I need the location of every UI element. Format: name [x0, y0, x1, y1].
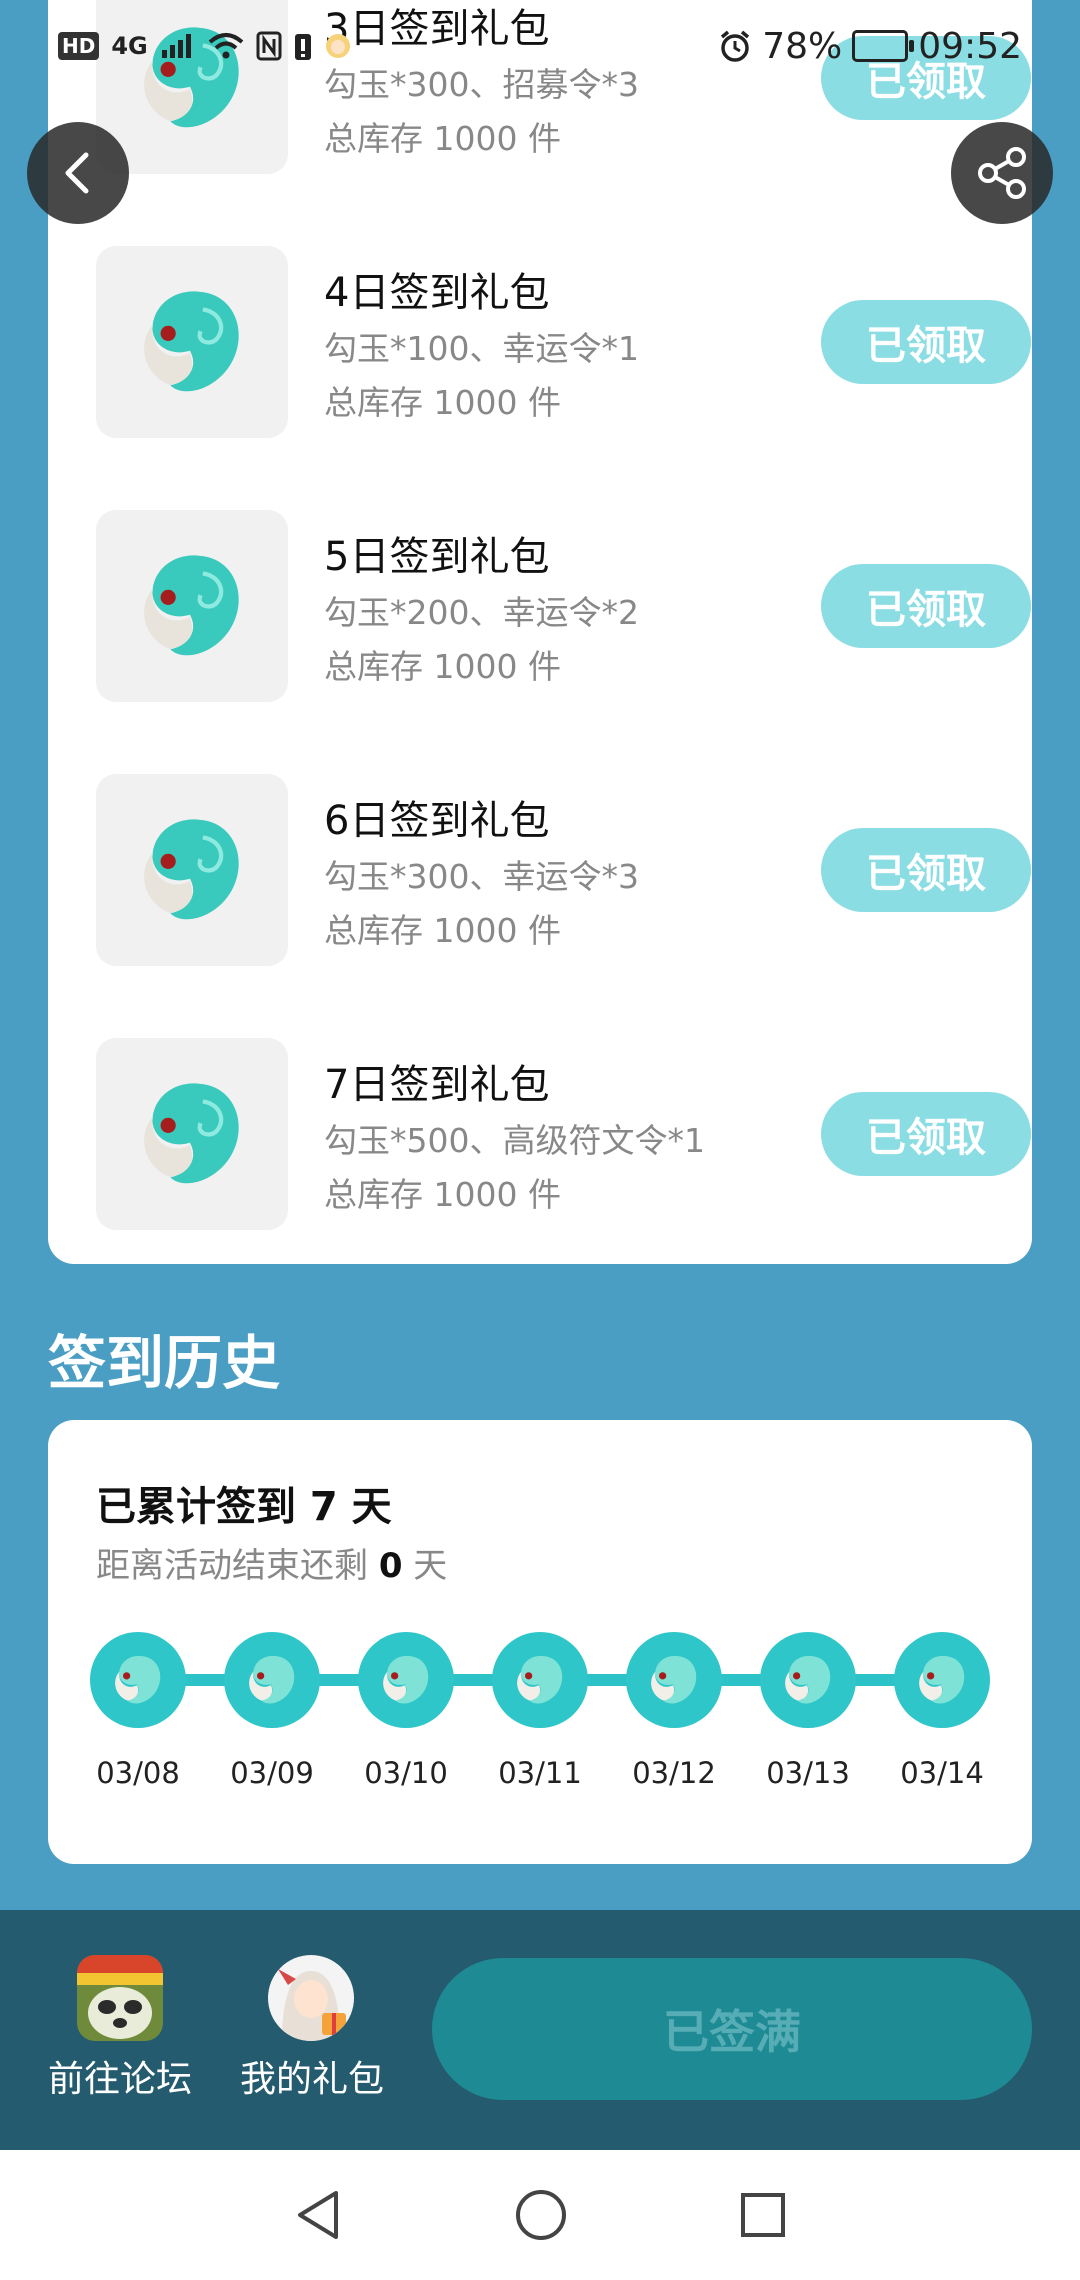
character-avatar-icon [268, 1955, 354, 2041]
claimed-button[interactable]: 已领取 [821, 1092, 1031, 1176]
history-card: 已累计签到 7 天 距离活动结束还剩 0 天 03/08 03/09 03/10… [48, 1420, 1032, 1864]
day-node [492, 1632, 588, 1728]
day-node [90, 1632, 186, 1728]
day-date-label: 03/12 [632, 1756, 716, 1790]
day-node [760, 1632, 856, 1728]
system-navigation-bar [0, 2150, 1080, 2280]
gift-row-day4: 4日签到礼包 勾玉*100、幸运令*1 总库存 1000 件 已领取 [96, 246, 1032, 438]
magatama-icon [115, 1655, 161, 1704]
nfc-icon [256, 31, 282, 61]
gift-stock: 总库存 1000 件 [324, 647, 561, 686]
nav-recents-icon[interactable] [738, 2190, 788, 2240]
day-node [894, 1632, 990, 1728]
gift-thumbnail [96, 510, 288, 702]
gift-title: 5日签到礼包 [324, 534, 550, 580]
back-button[interactable] [27, 122, 129, 224]
battery-alert-icon [294, 34, 311, 60]
gift-description: 勾玉*300、幸运令*3 [324, 857, 639, 896]
status-bar: HD 4G 78% 09:52 [0, 0, 1080, 92]
share-button[interactable] [951, 122, 1053, 224]
battery-icon [852, 30, 915, 62]
history-total: 已累计签到 7 天 [96, 1484, 392, 1530]
gift-stock: 总库存 1000 件 [324, 383, 561, 422]
gift-title: 7日签到礼包 [324, 1062, 550, 1108]
magatama-icon [144, 1083, 239, 1184]
forum-game-icon[interactable] [77, 1955, 163, 2041]
network-indicator: 4G [111, 32, 148, 60]
history-section-title: 签到历史 [48, 1329, 281, 1397]
magatama-icon [144, 819, 239, 920]
battery-percent: 78% [762, 25, 843, 67]
my-gifts-avatar-icon[interactable] [268, 1955, 354, 2041]
day-date-label: 03/13 [766, 1756, 850, 1790]
claimed-button[interactable]: 已领取 [821, 564, 1031, 648]
gift-stock: 总库存 1000 件 [324, 1175, 561, 1214]
gift-row-day5: 5日签到礼包 勾玉*200、幸运令*2 总库存 1000 件 已领取 [96, 510, 1032, 702]
remaining-suffix: 天 [413, 1546, 448, 1586]
day-date-label: 03/09 [230, 1756, 314, 1790]
magatama-icon [383, 1655, 429, 1704]
alarm-icon [721, 30, 750, 62]
day-date-label: 03/11 [498, 1756, 582, 1790]
wifi-icon [208, 33, 244, 59]
magatama-icon [919, 1655, 965, 1704]
day-date-label: 03/10 [364, 1756, 448, 1790]
share-icon [978, 147, 1026, 199]
day-node [358, 1632, 454, 1728]
gift-thumbnail [96, 1038, 288, 1230]
magatama-icon [651, 1655, 697, 1704]
claimed-button[interactable]: 已领取 [821, 828, 1031, 912]
gift-thumbnail [96, 246, 288, 438]
gift-row-day6: 6日签到礼包 勾玉*300、幸运令*3 总库存 1000 件 已领取 [96, 774, 1032, 966]
back-arrow-icon [65, 152, 89, 194]
bottom-action-bar: 前往论坛 我的礼包 已签满 [0, 1910, 1080, 2150]
gift-description: 勾玉*100、幸运令*1 [324, 329, 639, 368]
magatama-icon [249, 1655, 295, 1704]
day-date-label: 03/14 [900, 1756, 984, 1790]
history-remaining: 距离活动结束还剩 0 天 [96, 1538, 447, 1587]
nav-back-icon[interactable] [292, 2187, 344, 2243]
signin-full-button[interactable]: 已签满 [432, 1958, 1032, 2100]
status-right: 78% 09:52 [718, 26, 1022, 67]
magatama-icon [144, 291, 239, 392]
day-node [626, 1632, 722, 1728]
remaining-days: 0 [378, 1546, 403, 1586]
forum-label[interactable]: 前往论坛 [48, 2050, 192, 2102]
day-node [224, 1632, 320, 1728]
magatama-icon [144, 555, 239, 656]
gift-title: 4日签到礼包 [324, 270, 550, 316]
remaining-prefix: 距离活动结束还剩 [96, 1546, 368, 1586]
gift-stock: 总库存 1000 件 [324, 119, 561, 158]
magatama-icon [785, 1655, 831, 1704]
gift-description: 勾玉*200、幸运令*2 [324, 593, 639, 632]
gift-list-card: 3日签到礼包 勾玉*300、招募令*3 总库存 1000 件 已领取 4日签到礼… [48, 0, 1032, 1264]
gift-stock: 总库存 1000 件 [324, 911, 561, 950]
nav-home-icon[interactable] [514, 2188, 568, 2242]
gift-description: 勾玉*500、高级符文令*1 [324, 1121, 705, 1160]
clock: 09:52 [918, 25, 1022, 67]
signal-icon [161, 34, 191, 58]
claimed-button[interactable]: 已领取 [821, 300, 1031, 384]
hd-indicator: HD [58, 32, 100, 60]
my-gifts-label[interactable]: 我的礼包 [240, 2050, 384, 2102]
gift-row-day7: 7日签到礼包 勾玉*500、高级符文令*1 总库存 1000 件 已领取 [96, 1038, 1032, 1230]
notification-avatar-icon [325, 34, 350, 58]
day-date-label: 03/08 [96, 1756, 180, 1790]
panda-warrior-icon [77, 1955, 163, 2041]
magatama-icon [517, 1655, 563, 1704]
status-left: HD 4G [58, 31, 352, 61]
gift-title: 6日签到礼包 [324, 798, 550, 844]
gift-thumbnail [96, 774, 288, 966]
